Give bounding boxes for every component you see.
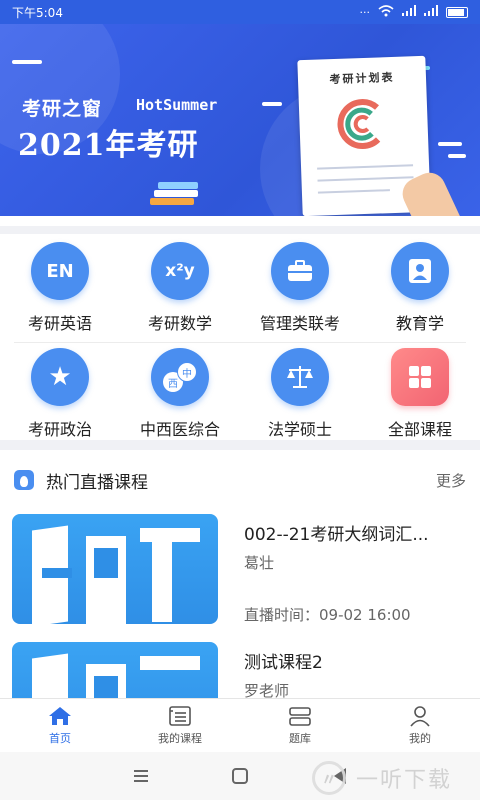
category-label: 管理类联考 bbox=[259, 314, 340, 333]
tab-home[interactable]: 首页 bbox=[0, 699, 120, 752]
home-icon bbox=[47, 705, 73, 727]
books-illustration bbox=[150, 180, 206, 210]
banner-title: 2021年考研 bbox=[18, 128, 199, 163]
category-label: 全部课程 bbox=[387, 420, 452, 439]
category-label: 考研政治 bbox=[27, 420, 92, 439]
logo-icon bbox=[337, 99, 381, 149]
bottom-tab-bar: 首页 我的课程 题库 我的 bbox=[0, 698, 480, 752]
category-english[interactable]: EN 考研英语 bbox=[0, 242, 120, 342]
question-bank-icon bbox=[287, 705, 313, 727]
teacher-icon bbox=[391, 242, 449, 300]
menu-icon[interactable] bbox=[134, 770, 148, 782]
flame-icon bbox=[14, 470, 34, 490]
notification-dots-icon: ··· bbox=[359, 5, 371, 19]
star-icon: ★ bbox=[31, 348, 89, 406]
math-icon: x²y bbox=[151, 242, 209, 300]
watermark: 〃 一听下载 bbox=[312, 760, 472, 796]
en-icon: EN bbox=[31, 242, 89, 300]
category-label: 考研数学 bbox=[147, 314, 212, 333]
category-label: 教育学 bbox=[395, 314, 444, 333]
live-courses-header: 热门直播课程 更多 bbox=[0, 462, 480, 498]
signal-icon-2 bbox=[424, 5, 438, 19]
tab-label: 我的 bbox=[409, 732, 431, 745]
category-all-courses[interactable]: 全部课程 bbox=[360, 348, 480, 448]
wifi-icon bbox=[378, 4, 394, 20]
status-time: 下午5:04 bbox=[12, 5, 63, 20]
course-list-icon bbox=[167, 705, 193, 727]
home-button-icon[interactable] bbox=[232, 768, 248, 784]
course-teacher: 葛壮 bbox=[244, 554, 275, 572]
course-teacher: 罗老师 bbox=[244, 682, 290, 698]
watermark-logo-icon: 〃 bbox=[312, 761, 346, 795]
category-math[interactable]: x²y 考研数学 bbox=[120, 242, 240, 342]
promo-banner[interactable]: 考研之窗 HotSummer 2021年考研 考研计划表 bbox=[0, 24, 480, 216]
tab-label: 题库 bbox=[289, 732, 311, 745]
briefcase-icon bbox=[271, 242, 329, 300]
course-live-time: 直播时间：09-02 16:00 bbox=[244, 606, 411, 624]
plan-sheet-title: 考研计划表 bbox=[329, 70, 395, 87]
category-label: 中西医综合 bbox=[139, 420, 220, 439]
section-separator bbox=[0, 440, 480, 450]
category-management[interactable]: 管理类联考 bbox=[240, 242, 360, 342]
more-link[interactable]: 更多 bbox=[436, 470, 466, 491]
tab-question-bank[interactable]: 题库 bbox=[240, 699, 360, 752]
grid-icon bbox=[391, 348, 449, 406]
scales-icon bbox=[271, 348, 329, 406]
watermark-text: 一听下载 bbox=[356, 768, 453, 793]
category-education[interactable]: 教育学 bbox=[360, 242, 480, 342]
course-title: 002--21考研大纲词汇... bbox=[244, 525, 429, 545]
course-thumbnail bbox=[12, 514, 218, 624]
battery-icon bbox=[446, 6, 468, 18]
section-title: 热门直播课程 bbox=[46, 472, 148, 493]
banner-subtitle: 考研之窗 bbox=[22, 98, 103, 120]
banner-brand: HotSummer bbox=[136, 96, 218, 114]
status-bar: 下午5:04 ··· bbox=[0, 0, 480, 24]
course-title: 测试课程2 bbox=[244, 653, 323, 673]
profile-icon bbox=[407, 705, 433, 727]
course-card[interactable]: 测试课程2 罗老师 bbox=[12, 642, 468, 698]
category-tcm-western[interactable]: 西 中 中西医综合 bbox=[120, 348, 240, 448]
category-politics[interactable]: ★ 考研政治 bbox=[0, 348, 120, 448]
course-card[interactable]: 002--21考研大纲词汇... 葛壮 直播时间：09-02 16:00 bbox=[12, 514, 468, 626]
tab-my-courses[interactable]: 我的课程 bbox=[120, 699, 240, 752]
category-label: 法学硕士 bbox=[267, 420, 332, 439]
category-label: 考研英语 bbox=[27, 314, 92, 333]
course-thumbnail bbox=[12, 642, 218, 698]
tab-label: 首页 bbox=[49, 732, 71, 745]
category-law[interactable]: 法学硕士 bbox=[240, 348, 360, 448]
tab-label: 我的课程 bbox=[158, 732, 202, 745]
chinese-western-icon: 西 中 bbox=[151, 348, 209, 406]
signal-icon bbox=[402, 5, 416, 19]
category-grid: EN 考研英语 x²y 考研数学 管理类联考 教育学 ★ 考研政治 西 中 中西… bbox=[0, 226, 480, 440]
grid-divider bbox=[14, 342, 466, 343]
tab-profile[interactable]: 我的 bbox=[360, 699, 480, 752]
